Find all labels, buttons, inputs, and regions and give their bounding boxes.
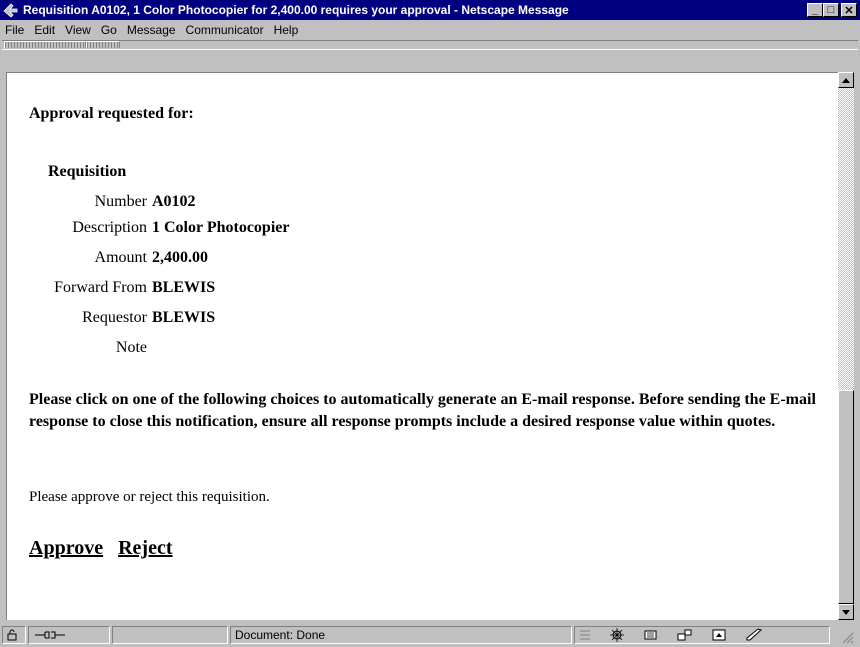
security-cell[interactable] — [2, 626, 26, 644]
field-row-note: Note — [7, 339, 607, 359]
field-row-requestor: Requestor BLEWIS — [7, 309, 607, 329]
field-value-description: 1 Color Photocopier — [152, 219, 290, 236]
approve-link[interactable]: Approve — [29, 537, 103, 559]
field-label-note: Note — [115, 339, 147, 356]
close-icon: ✕ — [844, 4, 854, 17]
field-value-number: A0102 — [152, 193, 196, 210]
composer-icon[interactable] — [711, 628, 727, 642]
message-body-frame: Approval requested for: Requisition Numb… — [6, 72, 838, 620]
minimize-icon: _ — [811, 4, 819, 16]
resize-grip[interactable] — [840, 630, 854, 644]
menu-communicator[interactable]: Communicator — [181, 23, 269, 37]
field-label-requestor: Requestor — [82, 309, 147, 326]
navigator-icon[interactable] — [609, 628, 625, 642]
field-row-forward-from: Forward From BLEWIS — [7, 279, 607, 299]
maximize-icon: □ — [827, 4, 835, 16]
response-links: Approve Reject — [29, 537, 183, 560]
menu-help[interactable]: Help — [269, 23, 304, 37]
scrollbar-thumb[interactable] — [838, 390, 854, 604]
reject-link[interactable]: Reject — [118, 537, 172, 559]
message-body: Approval requested for: Requisition Numb… — [7, 73, 838, 620]
status-bar: Document: Done — [0, 624, 860, 646]
netscape-app-icon — [3, 3, 18, 18]
toolbar-grip-2[interactable] — [86, 41, 120, 48]
pen-icon[interactable] — [745, 628, 763, 642]
component-bar — [574, 626, 830, 644]
field-value-amount: 2,400.00 — [152, 249, 208, 266]
status-text: Document: Done — [235, 628, 326, 642]
field-row-description: Description 1 Color Photocopier — [7, 219, 607, 239]
maximize-button[interactable]: □ — [823, 3, 839, 17]
menu-edit[interactable]: Edit — [29, 23, 60, 37]
toolbar-grip-1[interactable] — [4, 41, 86, 48]
security-lock-icon — [7, 629, 17, 641]
resize-grip-icon — [842, 632, 854, 644]
toolbar-grip-strip — [2, 40, 858, 50]
netscape-message-window: Requisition A0102, 1 Color Photocopier f… — [0, 0, 860, 646]
vertical-scrollbar[interactable] — [838, 72, 854, 620]
connection-cell — [28, 626, 110, 644]
field-label-description: Description — [72, 219, 147, 236]
field-row-amount: Amount 2,400.00 — [7, 249, 607, 269]
field-label-amount: Amount — [94, 249, 147, 266]
close-button[interactable]: ✕ — [841, 3, 857, 17]
arrow-up-icon — [842, 77, 850, 83]
menu-view[interactable]: View — [60, 23, 96, 37]
approval-heading: Approval requested for: — [29, 105, 194, 122]
component-separator-icon — [580, 630, 590, 640]
field-label-forward-from: Forward From — [54, 279, 147, 296]
window-title: Requisition A0102, 1 Color Photocopier f… — [23, 3, 569, 17]
mailbox-icon[interactable] — [643, 628, 659, 642]
response-instructions: Please click on one of the following cho… — [29, 391, 816, 430]
menu-go[interactable]: Go — [96, 23, 122, 37]
requisition-section-title: Requisition — [48, 163, 127, 180]
approve-reject-prompt: Please approve or reject this requisitio… — [29, 489, 270, 505]
menu-file[interactable]: File — [0, 23, 29, 37]
scroll-down-button[interactable] — [838, 604, 854, 620]
field-label-number: Number — [94, 193, 147, 210]
discussion-groups-icon[interactable] — [677, 628, 693, 642]
arrow-down-icon — [842, 609, 850, 615]
minimize-button[interactable]: _ — [807, 3, 823, 17]
menu-message[interactable]: Message — [122, 23, 181, 37]
menu-bar: File Edit View Go Message Communicator H… — [0, 20, 860, 39]
field-row-number: Number A0102 — [7, 193, 607, 213]
title-bar[interactable]: Requisition A0102, 1 Color Photocopier f… — [0, 0, 860, 20]
status-text-cell: Document: Done — [230, 626, 572, 644]
scroll-up-button[interactable] — [838, 72, 854, 88]
field-value-requestor: BLEWIS — [152, 309, 216, 326]
connection-plug-icon — [35, 631, 65, 639]
progress-cell — [112, 626, 228, 644]
field-value-forward-from: BLEWIS — [152, 279, 216, 296]
